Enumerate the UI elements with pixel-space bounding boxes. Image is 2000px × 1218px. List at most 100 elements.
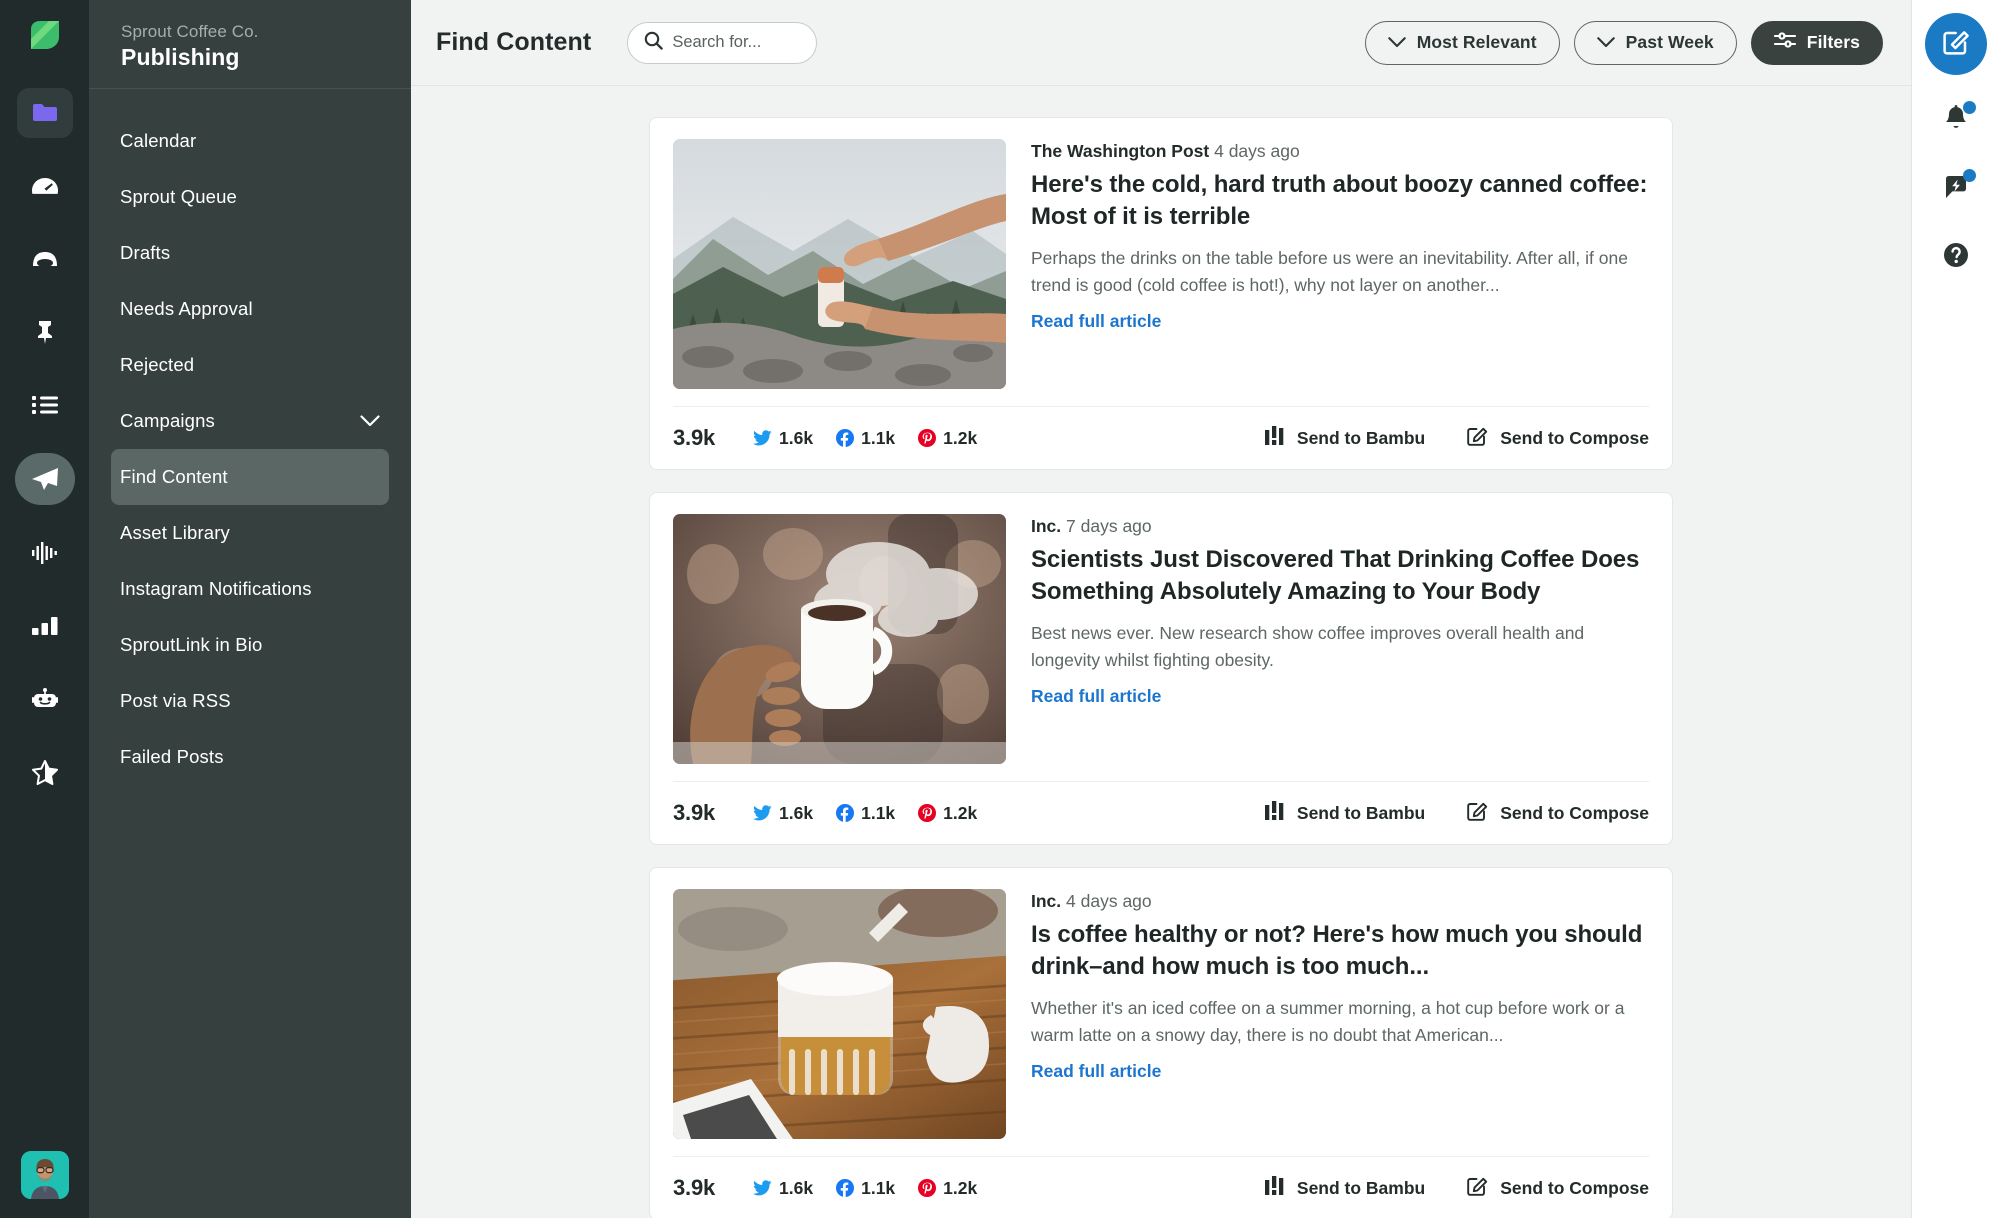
rail-item-smart-inbox[interactable] [17, 234, 73, 284]
facebook-icon [836, 804, 855, 822]
notification-badge-dot [1963, 101, 1976, 114]
search-input[interactable] [672, 33, 801, 52]
compose-pencil-icon [1467, 800, 1488, 826]
sidebar-item-label: Post via RSS [120, 690, 231, 711]
search-box[interactable] [627, 21, 818, 64]
sidebar-item-label: Campaigns [120, 410, 215, 431]
send-to-bambu-button[interactable]: Send to Bambu [1264, 1176, 1426, 1200]
article-meta: Inc. 7 days ago [1031, 516, 1649, 537]
help-button[interactable] [1934, 235, 1978, 279]
results-scroll-area[interactable]: The Washington Post 4 days ago Here's th… [411, 86, 1911, 1218]
article-headline[interactable]: Scientists Just Discovered That Drinking… [1031, 544, 1649, 609]
sidebar-item-post-via-rss[interactable]: Post via RSS [111, 673, 389, 729]
chevron-down-icon [1387, 32, 1406, 53]
article-summary: Perhaps the drinks on the table before u… [1031, 247, 1628, 295]
send-to-compose-label: Send to Compose [1500, 1177, 1649, 1198]
sidebar-item-label: Find Content [120, 466, 228, 487]
article-card-footer: 3.9k 1.6k 1.1k 1.2k Send to Bambu Send t… [673, 406, 1649, 469]
read-full-article-link[interactable]: Read full article [1031, 686, 1161, 706]
article-meta: Inc. 4 days ago [1031, 891, 1649, 912]
article-summary: Best news ever. New research show coffee… [1031, 622, 1585, 670]
global-icon-rail [0, 0, 89, 1218]
send-to-compose-button[interactable]: Send to Compose [1467, 425, 1649, 451]
sidebar-item-calendar[interactable]: Calendar [111, 113, 389, 169]
stat-value: 1.2k [943, 427, 978, 448]
send-to-compose-button[interactable]: Send to Compose [1467, 800, 1649, 826]
rail-item-tasks[interactable] [17, 307, 73, 357]
stat-facebook: 1.1k [836, 428, 895, 449]
rail-item-dashboard[interactable] [17, 161, 73, 211]
read-full-article-link[interactable]: Read full article [1031, 311, 1161, 331]
user-avatar[interactable] [20, 1151, 69, 1199]
sidebar-item-rejected[interactable]: Rejected [111, 337, 389, 393]
send-to-bambu-label: Send to Bambu [1296, 1177, 1426, 1198]
whats-new-button[interactable] [1934, 167, 1978, 211]
filters-button[interactable]: Filters [1750, 20, 1883, 65]
stat-value: 1.2k [943, 802, 978, 823]
inbox-icon [31, 250, 59, 268]
article-card[interactable]: The Washington Post 4 days ago Here's th… [649, 117, 1673, 470]
network-stats: 1.6k 1.1k 1.2k [753, 803, 977, 824]
article-headline[interactable]: Is coffee healthy or not? Here's how muc… [1031, 919, 1649, 984]
rail-item-feeds[interactable] [17, 380, 73, 430]
sidebar-item-sproutlink-in-bio[interactable]: SproutLink in Bio [111, 617, 389, 673]
article-card[interactable]: Inc. 4 days ago Is coffee healthy or not… [649, 867, 1673, 1218]
sidebar-item-find-content[interactable]: Find Content [111, 449, 389, 505]
star-half-icon [31, 759, 58, 785]
rail-item-messages[interactable] [16, 88, 73, 138]
sort-dropdown[interactable]: Most Relevant [1364, 20, 1560, 65]
article-thumbnail[interactable] [673, 514, 1006, 764]
sidebar-item-needs-approval[interactable]: Needs Approval [111, 281, 389, 337]
pinterest-icon [918, 1179, 937, 1197]
card-actions: Send to Bambu Send to Compose [1264, 425, 1649, 451]
search-icon [644, 31, 664, 55]
bot-icon [31, 688, 58, 710]
rail-item-reviews[interactable] [17, 747, 73, 797]
sidebar-item-label: Drafts [120, 242, 171, 263]
article-card-footer: 3.9k 1.6k 1.1k 1.2k Send to Bambu Send t… [673, 781, 1649, 844]
chevron-down-icon [360, 415, 380, 427]
sidebar-item-asset-library[interactable]: Asset Library [111, 505, 389, 561]
sidebar-item-failed-posts[interactable]: Failed Posts [111, 729, 389, 785]
notifications-button[interactable] [1934, 99, 1978, 143]
article-card[interactable]: Inc. 7 days ago Scientists Just Discover… [649, 492, 1673, 845]
article-source: The Washington Post [1031, 141, 1210, 161]
total-shares: 3.9k [673, 800, 716, 825]
stat-value: 1.6k [779, 427, 814, 448]
sidebar-item-label: Calendar [120, 130, 197, 151]
sidebar-item-label: Instagram Notifications [120, 578, 312, 599]
pulse-icon [31, 542, 58, 564]
sidebar-nav: Calendar Sprout Queue Drafts Needs Appro… [89, 89, 411, 785]
article-timestamp: 4 days ago [1214, 141, 1300, 161]
sidebar-header: Sprout Coffee Co. Publishing [89, 0, 411, 89]
sidebar-item-instagram-notifications[interactable]: Instagram Notifications [111, 561, 389, 617]
sidebar-item-sprout-queue[interactable]: Sprout Queue [111, 169, 389, 225]
compose-button[interactable] [1925, 13, 1987, 75]
article-thumbnail[interactable] [673, 889, 1006, 1139]
sidebar-item-campaigns[interactable]: Campaigns [111, 393, 389, 449]
twitter-icon [753, 1180, 772, 1196]
compose-pencil-icon [1942, 28, 1970, 61]
read-full-article-link[interactable]: Read full article [1031, 1061, 1161, 1081]
stat-value: 1.6k [779, 1177, 814, 1198]
compose-pencil-icon [1467, 425, 1488, 451]
rail-item-publishing[interactable] [14, 453, 75, 505]
sidebar-item-label: Failed Posts [120, 746, 224, 767]
rail-item-listening[interactable] [17, 528, 73, 578]
compose-pencil-icon [1467, 1175, 1488, 1201]
sidebar-item-label: Rejected [120, 354, 195, 375]
stat-pinterest: 1.2k [918, 428, 977, 449]
send-to-compose-label: Send to Compose [1500, 427, 1649, 448]
send-to-compose-button[interactable]: Send to Compose [1467, 1175, 1649, 1201]
sprout-leaf-logo-icon[interactable] [23, 14, 67, 58]
rail-item-bots[interactable] [17, 674, 73, 724]
top-toolbar: Find Content Most Relevant [411, 0, 1911, 86]
sidebar-item-drafts[interactable]: Drafts [111, 225, 389, 281]
main-area: Find Content Most Relevant [411, 0, 1911, 1218]
article-headline[interactable]: Here's the cold, hard truth about boozy … [1031, 169, 1649, 234]
article-thumbnail[interactable] [673, 139, 1006, 389]
send-to-bambu-button[interactable]: Send to Bambu [1264, 426, 1425, 450]
send-to-bambu-button[interactable]: Send to Bambu [1264, 801, 1425, 825]
date-range-dropdown[interactable]: Past Week [1573, 20, 1737, 65]
rail-item-reports[interactable] [17, 601, 73, 651]
